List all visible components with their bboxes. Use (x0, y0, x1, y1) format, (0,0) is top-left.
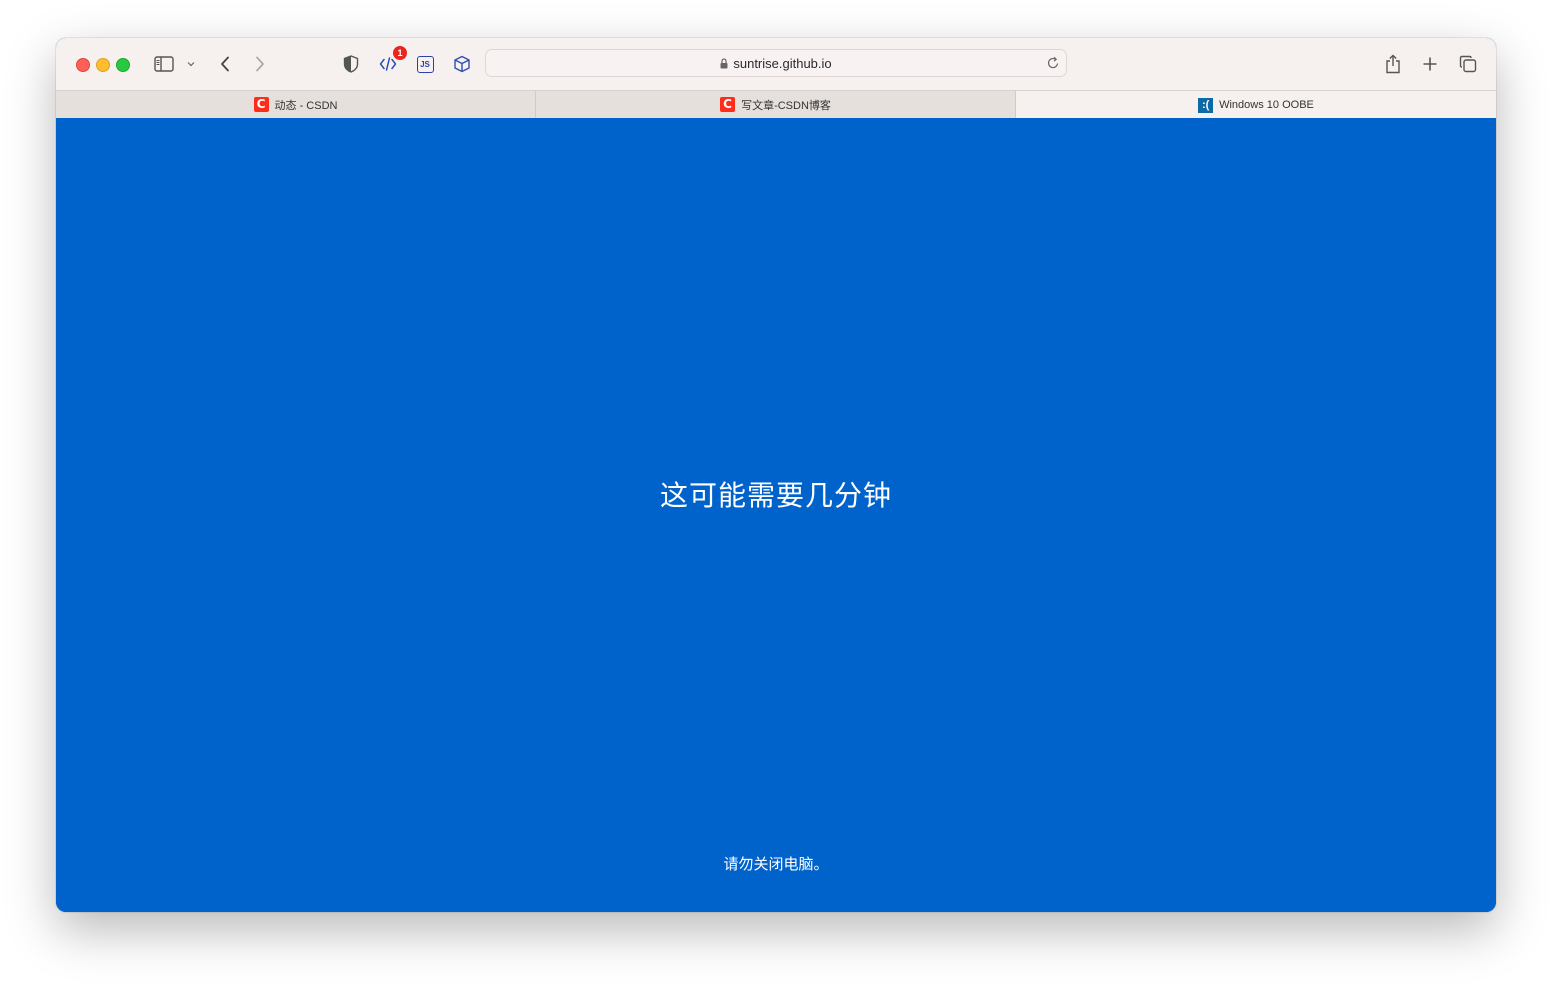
url-text: suntrise.github.io (733, 56, 832, 71)
close-window-button[interactable] (76, 58, 90, 72)
forward-icon[interactable] (251, 52, 269, 76)
main-message: 这可能需要几分钟 (659, 479, 892, 512)
address-bar[interactable]: suntrise.github.io (485, 49, 1067, 77)
chevron-down-icon[interactable] (184, 52, 198, 76)
minimize-window-button[interactable] (96, 58, 110, 72)
new-tab-icon[interactable] (1419, 52, 1441, 76)
js-extension-icon[interactable]: JS (415, 52, 435, 76)
reload-icon[interactable] (1047, 56, 1060, 70)
privacy-shield-icon[interactable] (341, 52, 361, 76)
back-icon[interactable] (216, 52, 234, 76)
address-bar-text[interactable]: suntrise.github.io (486, 56, 1066, 71)
windows-oobe-icon: :( (1198, 97, 1214, 113)
tab-bar: C 动态 - CSDN C 写文章-CSDN博客 :( Windows 10 O… (56, 90, 1496, 119)
code-extension-icon[interactable]: 1 (378, 46, 407, 76)
share-icon[interactable] (1382, 52, 1404, 76)
tab-csdn-dynamic[interactable]: C 动态 - CSDN (56, 91, 536, 118)
oobe-page: 这可能需要几分钟 请勿关闭电脑。 (56, 118, 1496, 912)
tab-windows-oobe[interactable]: :( Windows 10 OOBE (1016, 91, 1496, 119)
cube-extension-icon[interactable] (452, 52, 472, 76)
browser-toolbar: 1 JS suntrise.github.io (56, 38, 1496, 90)
csdn-icon: C (720, 97, 736, 112)
browser-window: 1 JS suntrise.github.io C 动态 - CSDN C 写文… (56, 38, 1496, 912)
sidebar-toggle-icon[interactable] (152, 52, 176, 76)
lock-icon (720, 58, 728, 69)
zoom-window-button[interactable] (116, 58, 130, 72)
csdn-icon: C (253, 97, 269, 112)
sub-message: 请勿关闭电脑。 (723, 855, 829, 873)
tab-csdn-write[interactable]: C 写文章-CSDN博客 (536, 91, 1016, 118)
tab-overview-icon[interactable] (1457, 52, 1479, 76)
tab-title: 动态 - CSDN (274, 99, 338, 112)
tab-title: Windows 10 OOBE (1219, 99, 1314, 111)
tab-title: 写文章-CSDN博客 (741, 99, 831, 112)
js-extension-label: JS (416, 55, 434, 73)
extension-badge: 1 (393, 46, 407, 60)
